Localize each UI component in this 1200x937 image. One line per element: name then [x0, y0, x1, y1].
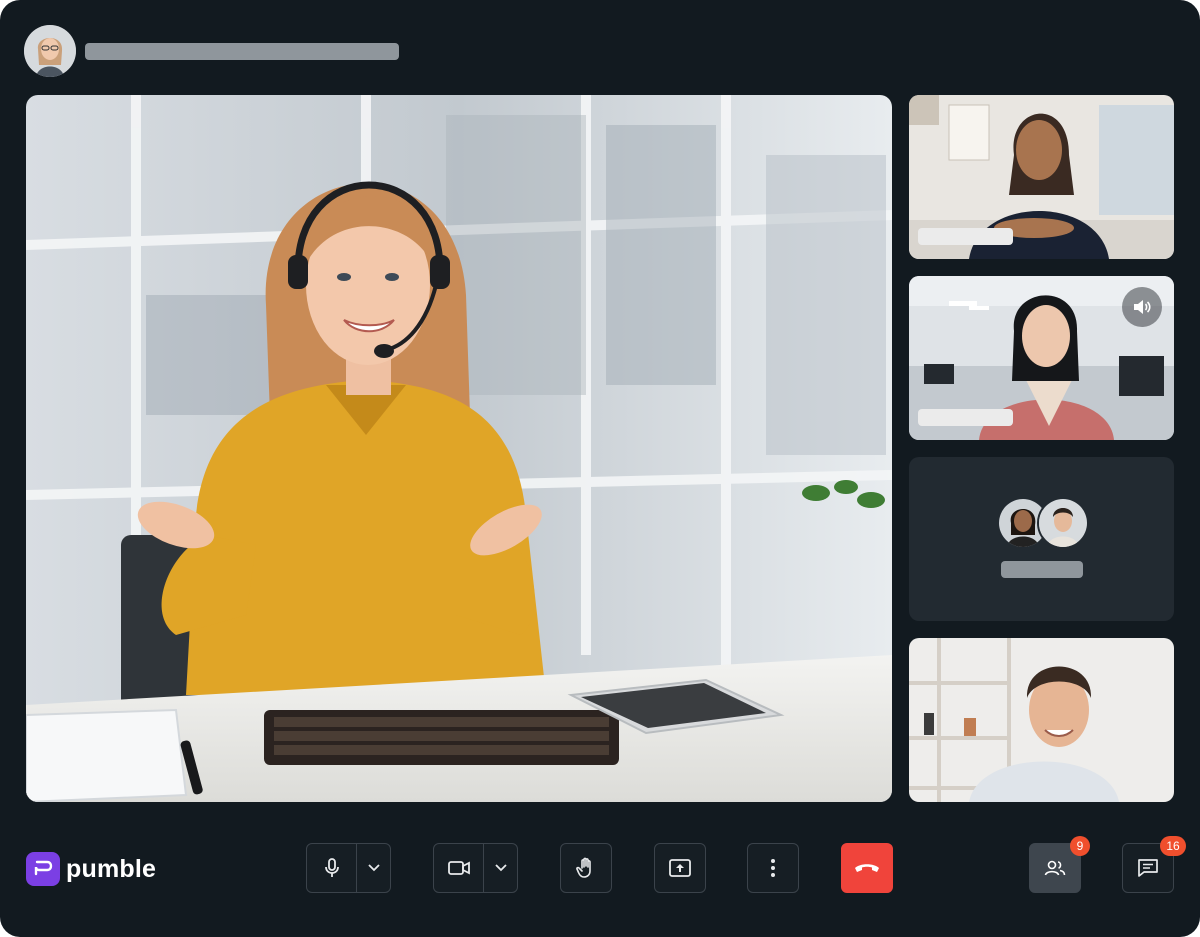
people-icon — [1044, 860, 1066, 876]
microphone-button[interactable] — [307, 844, 356, 892]
raise-hand-button[interactable] — [560, 843, 612, 893]
more-vertical-icon — [771, 859, 775, 877]
participant-tile-4[interactable] — [909, 638, 1174, 802]
chat-icon — [1138, 859, 1158, 877]
participant-tile-3-audio-only[interactable] — [909, 457, 1174, 621]
microphone-control-group — [306, 843, 391, 893]
participants-count-badge: 9 — [1070, 836, 1090, 856]
camera-control-group — [433, 843, 518, 893]
participant-name-placeholder — [1001, 561, 1083, 578]
chat-toggle-button[interactable]: 16 — [1122, 836, 1186, 893]
video-camera-icon — [447, 861, 470, 875]
host-avatar[interactable] — [24, 25, 76, 77]
meeting-window: pumble 9 16 — [0, 0, 1200, 937]
camera-button[interactable] — [434, 844, 483, 892]
chevron-down-icon — [368, 864, 380, 872]
screen-share-icon — [669, 859, 691, 877]
unread-messages-badge: 16 — [1160, 836, 1186, 856]
participant-tile-1[interactable] — [909, 95, 1174, 259]
speaker-icon — [1122, 287, 1162, 327]
chevron-down-icon — [495, 864, 507, 872]
app-name: pumble — [66, 854, 157, 883]
end-call-button[interactable] — [841, 843, 893, 893]
pumble-logo-icon — [26, 852, 60, 886]
avatar-group — [997, 497, 1089, 549]
participants-toggle-button[interactable]: 9 — [1029, 836, 1090, 893]
main-speaker-video[interactable] — [26, 95, 892, 802]
pumble-logo: pumble — [26, 851, 156, 887]
share-screen-button[interactable] — [654, 843, 706, 893]
camera-options-button[interactable] — [484, 844, 517, 892]
participant-name-placeholder — [918, 228, 1013, 245]
more-options-button[interactable] — [747, 843, 799, 893]
microphone-options-button[interactable] — [357, 844, 390, 892]
meeting-title-placeholder — [85, 43, 399, 60]
avatar — [1037, 497, 1089, 549]
phone-hangup-icon — [855, 864, 879, 872]
microphone-icon — [324, 858, 339, 877]
participant-tile-2-active-speaker[interactable] — [909, 276, 1174, 440]
hand-icon — [576, 857, 591, 878]
participant-name-placeholder — [918, 409, 1013, 426]
